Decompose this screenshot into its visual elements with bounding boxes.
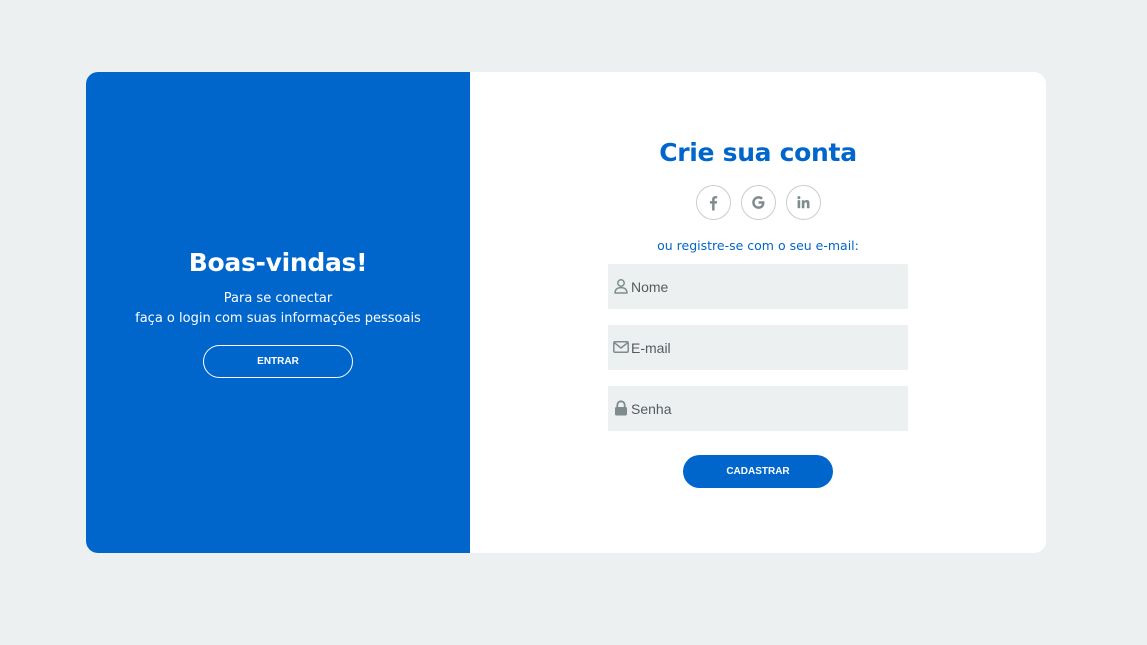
user-icon [614, 279, 628, 294]
name-field [608, 264, 908, 309]
welcome-title: Boas-vindas! [188, 248, 368, 277]
welcome-subtitle-line1: Para se conectar [223, 291, 333, 306]
envelope-icon [613, 341, 629, 353]
name-input[interactable] [631, 264, 901, 309]
linkedin-signup-button[interactable] [786, 185, 821, 220]
register-button[interactable]: CADASTRAR [683, 455, 833, 488]
email-input[interactable] [631, 325, 901, 370]
facebook-icon [709, 196, 718, 211]
welcome-subtitle-line2: faça o login com suas informações pessoa… [135, 311, 421, 326]
login-button[interactable]: ENTRAR [203, 345, 353, 378]
password-input[interactable] [631, 386, 901, 431]
lock-icon [615, 400, 627, 416]
email-field [608, 325, 908, 370]
facebook-signup-button[interactable] [696, 185, 731, 220]
auth-card: Boas-vindas! Para se conectar faça o log… [86, 72, 1046, 553]
welcome-panel: Boas-vindas! Para se conectar faça o log… [86, 72, 470, 553]
register-with-email-note: ou registre-se com o seu e-mail: [657, 238, 859, 253]
google-icon [752, 196, 765, 209]
linkedin-icon [797, 196, 810, 209]
password-field [608, 386, 908, 431]
signup-title: Crie sua conta [659, 138, 857, 167]
signup-panel: Crie sua conta ou registre-se com o seu … [470, 72, 1046, 553]
google-signup-button[interactable] [741, 185, 776, 220]
